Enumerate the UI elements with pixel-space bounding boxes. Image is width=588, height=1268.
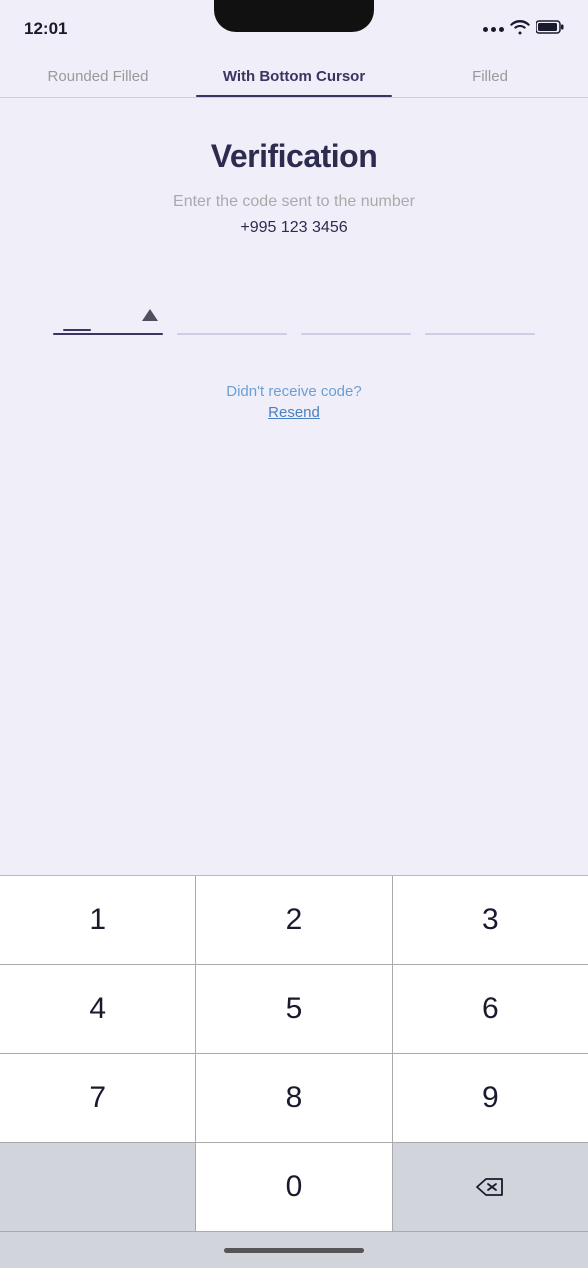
tab-with-bottom-cursor[interactable]: With Bottom Cursor bbox=[196, 52, 392, 97]
resend-link[interactable]: Resend bbox=[268, 404, 320, 421]
numpad-row-1: 1 2 3 bbox=[0, 876, 588, 965]
numpad-key-0[interactable]: 0 bbox=[196, 1143, 392, 1231]
numpad-row-4: 0 bbox=[0, 1143, 588, 1232]
tab-bar: Rounded Filled With Bottom Cursor Filled bbox=[0, 52, 588, 98]
numpad-key-3[interactable]: 3 bbox=[393, 876, 588, 964]
status-icons bbox=[483, 19, 564, 40]
phone-number: +995 123 3456 bbox=[240, 219, 347, 237]
numpad-row-2: 4 5 6 bbox=[0, 965, 588, 1054]
numpad: 1 2 3 4 5 6 7 8 9 0 bbox=[0, 875, 588, 1268]
wifi-icon bbox=[510, 19, 530, 40]
backspace-icon bbox=[474, 1175, 506, 1199]
numpad-key-backspace[interactable] bbox=[393, 1143, 588, 1231]
home-indicator bbox=[0, 1232, 588, 1268]
numpad-key-6[interactable]: 6 bbox=[393, 965, 588, 1053]
otp-line-1 bbox=[53, 333, 163, 335]
home-bar bbox=[224, 1248, 364, 1253]
numpad-key-5[interactable]: 5 bbox=[196, 965, 392, 1053]
numpad-key-empty bbox=[0, 1143, 196, 1231]
notch bbox=[214, 0, 374, 32]
otp-container[interactable] bbox=[24, 287, 564, 335]
otp-box-4[interactable] bbox=[425, 287, 535, 335]
otp-line-3 bbox=[301, 333, 411, 335]
tab-filled[interactable]: Filled bbox=[392, 52, 588, 97]
status-time: 12:01 bbox=[24, 19, 67, 39]
otp-line-4 bbox=[425, 333, 535, 335]
numpad-key-9[interactable]: 9 bbox=[393, 1054, 588, 1142]
otp-box-2[interactable] bbox=[177, 287, 287, 335]
mouse-cursor-indicator bbox=[142, 309, 158, 321]
numpad-key-8[interactable]: 8 bbox=[196, 1054, 392, 1142]
resend-section: Didn't receive code? Resend bbox=[226, 383, 361, 422]
numpad-key-2[interactable]: 2 bbox=[196, 876, 392, 964]
didnt-receive-text: Didn't receive code? bbox=[226, 383, 361, 400]
page-title: Verification bbox=[211, 138, 378, 175]
numpad-row-3: 7 8 9 bbox=[0, 1054, 588, 1143]
numpad-key-7[interactable]: 7 bbox=[0, 1054, 196, 1142]
numpad-key-4[interactable]: 4 bbox=[0, 965, 196, 1053]
otp-box-3[interactable] bbox=[301, 287, 411, 335]
battery-icon bbox=[536, 19, 564, 40]
tab-active-underline bbox=[196, 95, 392, 97]
tab-rounded-filled[interactable]: Rounded Filled bbox=[0, 52, 196, 97]
otp-cursor bbox=[63, 329, 91, 331]
otp-line-2 bbox=[177, 333, 287, 335]
numpad-key-1[interactable]: 1 bbox=[0, 876, 196, 964]
signal-icon bbox=[483, 27, 504, 32]
subtitle-text: Enter the code sent to the number bbox=[173, 193, 415, 211]
main-content: Verification Enter the code sent to the … bbox=[0, 98, 588, 472]
